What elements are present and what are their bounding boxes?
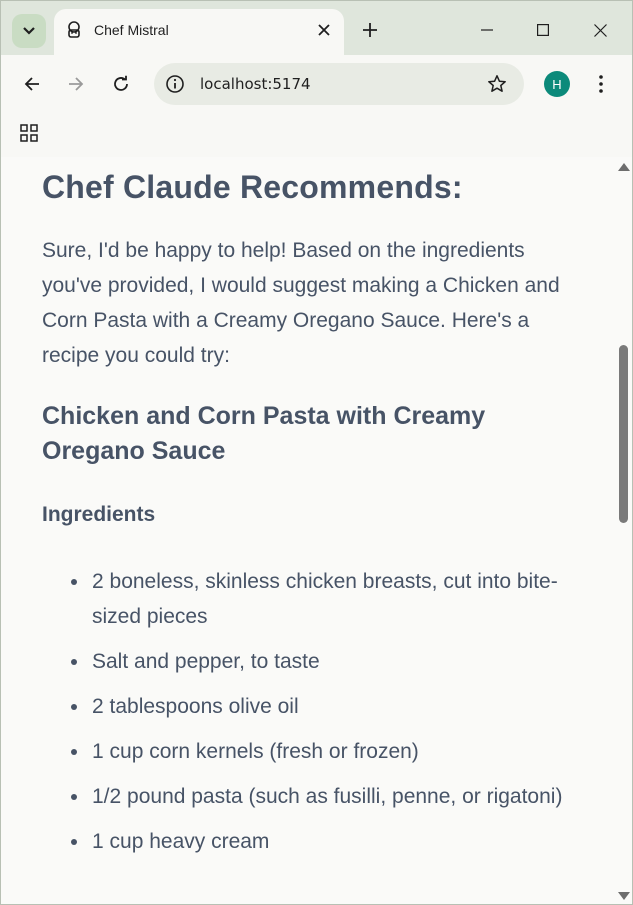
list-item: 1 cup heavy cream	[42, 824, 572, 859]
new-tab-button[interactable]	[356, 16, 384, 44]
plus-icon	[363, 23, 377, 37]
arrow-left-icon	[24, 77, 39, 91]
tab-title: Chef Mistral	[94, 22, 169, 38]
recipe-title: Chicken and Corn Pasta with Creamy Orega…	[42, 402, 486, 465]
maximize-icon	[537, 24, 549, 36]
close-icon	[593, 23, 607, 37]
list-item: 1 cup corn kernels (fresh or frozen)	[42, 734, 572, 769]
profile-avatar[interactable]: H	[544, 71, 570, 97]
arrow-right-icon	[69, 77, 84, 91]
minimize-button[interactable]	[472, 15, 502, 45]
vertical-scrollbar[interactable]	[614, 157, 632, 904]
site-info-icon[interactable]	[164, 73, 186, 95]
forward-button[interactable]	[61, 69, 91, 99]
scroll-down-arrow-icon[interactable]	[618, 892, 630, 900]
apps-grid-icon[interactable]	[17, 121, 41, 145]
back-button[interactable]	[17, 69, 47, 99]
list-item: Salt and pepper, to taste	[42, 644, 572, 679]
list-item: 1/2 pound pasta (such as fusilli, penne,…	[42, 779, 572, 814]
minimize-icon	[481, 29, 493, 31]
list-item: 2 boneless, skinless chicken breasts, cu…	[42, 564, 572, 634]
address-url: localhost:5174	[200, 75, 311, 93]
tab-strip: Chef Mistral	[1, 1, 632, 55]
ingredients-heading: Ingredients	[42, 503, 156, 526]
page-viewport: Chef Claude Recommends: Sure, I'd be hap…	[1, 157, 632, 904]
scroll-up-arrow-icon[interactable]	[618, 163, 630, 171]
tab-search-button[interactable]	[12, 14, 46, 48]
close-icon	[318, 24, 330, 36]
ingredients-list: 2 boneless, skinless chicken breasts, cu…	[42, 564, 572, 869]
intro-paragraph: Sure, I'd be happy to help! Based on the…	[42, 239, 560, 367]
address-bar[interactable]: localhost:5174	[154, 63, 524, 105]
tab-close-button[interactable]	[312, 18, 336, 42]
bookmarks-bar	[1, 113, 632, 157]
tab-chef-mistral[interactable]: Chef Mistral	[54, 9, 344, 55]
browser-menu-button[interactable]	[589, 69, 613, 99]
browser-window: Chef Mistral localhost:5174 H Chef Claud…	[0, 0, 633, 905]
reload-icon	[114, 75, 128, 91]
browser-toolbar: localhost:5174 H	[1, 55, 632, 113]
maximize-button[interactable]	[528, 15, 558, 45]
bookmark-star-icon[interactable]	[486, 73, 508, 95]
scroll-thumb[interactable]	[619, 345, 628, 523]
list-item: 2 tablespoons olive oil	[42, 689, 572, 724]
chef-hat-icon	[64, 20, 84, 40]
chevron-down-icon	[23, 27, 35, 35]
page-title: Chef Claude Recommends:	[42, 169, 463, 205]
window-close-button[interactable]	[585, 15, 615, 45]
more-vert-icon	[599, 75, 603, 93]
reload-button[interactable]	[106, 69, 136, 99]
